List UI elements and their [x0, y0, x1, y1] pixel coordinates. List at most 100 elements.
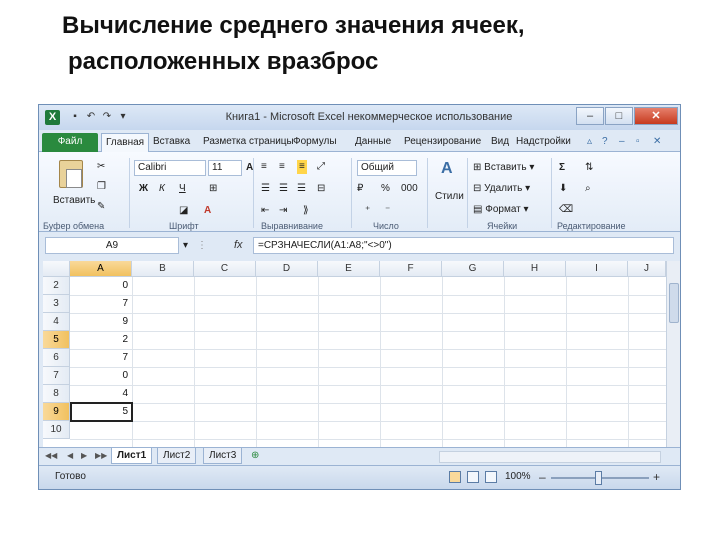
column-header-d[interactable]: D	[256, 261, 318, 277]
align-middle-icon[interactable]: ≡	[279, 160, 285, 174]
save-icon[interactable]: ▪	[69, 111, 81, 123]
align-top-icon[interactable]: ≡	[261, 160, 267, 174]
sheet-tab-1[interactable]: Лист1	[111, 448, 153, 464]
close-button[interactable]: ✕	[634, 107, 678, 125]
column-header-h[interactable]: H	[504, 261, 566, 277]
collapse-ribbon-icon[interactable]: ▵	[587, 136, 592, 147]
format-painter-icon[interactable]: ✎	[97, 200, 105, 214]
row-header[interactable]: 5	[43, 331, 70, 349]
increase-indent-icon[interactable]: ⇥	[279, 204, 287, 218]
next-sheet-icon[interactable]: ▶	[81, 451, 87, 460]
tab-page-layout[interactable]: Разметка страницы	[203, 133, 294, 152]
cell-a8[interactable]: 4	[71, 385, 131, 403]
decrease-indent-icon[interactable]: ⇤	[261, 204, 269, 218]
first-sheet-icon[interactable]: ◀◀	[45, 451, 57, 460]
tab-formulas[interactable]: Формулы	[293, 133, 337, 152]
align-right-icon[interactable]: ☰	[297, 182, 306, 196]
italic-button[interactable]: К	[159, 182, 165, 196]
insert-sheet-icon[interactable]: ⊕	[251, 450, 259, 461]
name-box[interactable]: A9	[45, 237, 179, 254]
column-header-f[interactable]: F	[380, 261, 442, 277]
prev-sheet-icon[interactable]: ◀	[67, 451, 73, 460]
last-sheet-icon[interactable]: ▶▶	[95, 451, 107, 460]
row-header[interactable]: 7	[43, 367, 70, 385]
tab-data[interactable]: Данные	[355, 133, 391, 152]
active-cell-selection[interactable]	[70, 402, 133, 422]
zoom-slider-thumb[interactable]	[595, 471, 602, 485]
redo-icon[interactable]: ↷	[101, 111, 113, 123]
vertical-scroll-thumb[interactable]	[669, 283, 679, 323]
row-header[interactable]: 6	[43, 349, 70, 367]
maximize-button[interactable]: □	[605, 107, 633, 125]
help-icon[interactable]: ?	[602, 136, 608, 147]
fill-icon[interactable]: ⬇	[559, 182, 567, 196]
underline-button[interactable]: Ч	[179, 182, 186, 196]
increase-decimal-icon[interactable]: ⁺	[365, 204, 370, 218]
restore-workbook-icon[interactable]: ▫	[636, 136, 640, 147]
vertical-scrollbar[interactable]	[666, 261, 680, 447]
minimize-workbook-icon[interactable]: –	[619, 136, 625, 147]
undo-icon[interactable]: ↶	[85, 111, 97, 123]
row-header[interactable]: 4	[43, 313, 70, 331]
fill-color-icon[interactable]: ◪	[179, 204, 188, 218]
align-center-icon[interactable]: ☰	[279, 182, 288, 196]
zoom-level[interactable]: 100%	[505, 471, 531, 482]
font-size-select[interactable]: 11	[208, 160, 242, 176]
currency-icon[interactable]: ₽	[357, 182, 363, 196]
tab-view[interactable]: Вид	[491, 133, 509, 152]
page-layout-view-icon[interactable]	[467, 471, 479, 483]
tab-review[interactable]: Рецензирование	[404, 133, 481, 152]
bold-button[interactable]: Ж	[139, 182, 148, 196]
decrease-decimal-icon[interactable]: ⁻	[385, 204, 390, 218]
find-select-icon[interactable]: ⌕	[585, 182, 591, 196]
column-header-a[interactable]: A	[70, 261, 132, 277]
align-bottom-icon[interactable]: ≡	[297, 160, 307, 174]
column-header-g[interactable]: G	[442, 261, 504, 277]
cell-a5[interactable]: 2	[71, 331, 131, 349]
cell-a6[interactable]: 7	[71, 349, 131, 367]
column-header-c[interactable]: C	[194, 261, 256, 277]
cell-a2[interactable]: 0	[71, 277, 131, 295]
row-header[interactable]: 8	[43, 385, 70, 403]
formula-bar-handle-icon[interactable]: ⋮	[197, 239, 207, 253]
column-header-e[interactable]: E	[318, 261, 380, 277]
row-header[interactable]: 2	[43, 277, 70, 295]
page-break-view-icon[interactable]	[485, 471, 497, 483]
tab-file[interactable]: Файл	[42, 133, 98, 152]
sheet-tab-3[interactable]: Лист3	[203, 448, 243, 464]
sort-filter-icon[interactable]: ⇅	[585, 161, 593, 175]
tab-home[interactable]: Главная	[101, 133, 150, 152]
styles-icon[interactable]: A	[441, 161, 453, 177]
row-header[interactable]: 9	[43, 403, 70, 421]
cell-a10[interactable]	[71, 421, 131, 439]
clear-icon[interactable]: ⌫	[559, 203, 573, 217]
normal-view-icon[interactable]	[449, 471, 461, 483]
paste-icon[interactable]	[59, 160, 83, 188]
column-header-b[interactable]: B	[132, 261, 194, 277]
column-header-j[interactable]: J	[628, 261, 666, 277]
font-color-icon[interactable]: A	[204, 204, 211, 218]
name-box-dropdown-icon[interactable]: ▾	[183, 239, 188, 253]
paste-button[interactable]: Вставить	[53, 194, 95, 208]
styles-button[interactable]: Стили	[435, 190, 464, 204]
close-workbook-icon[interactable]: ✕	[653, 136, 661, 147]
zoom-in-button[interactable]: +	[653, 470, 660, 484]
horizontal-scrollbar[interactable]	[439, 451, 661, 463]
align-left-icon[interactable]: ☰	[261, 182, 270, 196]
insert-function-button[interactable]: fx	[234, 239, 243, 251]
text-direction-icon[interactable]: ⟫	[303, 204, 309, 218]
select-all-corner[interactable]	[43, 261, 70, 277]
cell-a4[interactable]: 9	[71, 313, 131, 331]
thousands-button[interactable]: 000	[401, 182, 418, 196]
minimize-button[interactable]: –	[576, 107, 604, 125]
customize-toolbar-icon[interactable]: ▾	[117, 111, 129, 123]
cell-a3[interactable]: 7	[71, 295, 131, 313]
borders-icon[interactable]: ⊞	[209, 182, 217, 196]
sheet-tab-2[interactable]: Лист2	[157, 448, 197, 464]
column-header-i[interactable]: I	[566, 261, 628, 277]
formula-input[interactable]: =СРЗНАЧЕСЛИ(A1:A8;"<>0")	[253, 237, 674, 254]
tab-addins[interactable]: Надстройки	[516, 133, 571, 152]
zoom-out-button[interactable]: –	[539, 470, 546, 484]
font-name-select[interactable]: Calibri	[134, 160, 206, 176]
format-cells-button[interactable]: ▤ Формат ▾	[473, 203, 529, 217]
